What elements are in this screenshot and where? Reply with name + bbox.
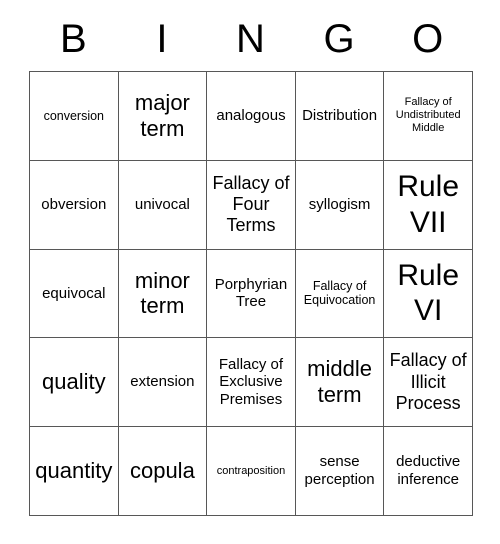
bingo-header-letter-o: O [412,16,444,61]
bingo-cell-o2[interactable]: Rule VII [383,159,473,250]
bingo-row-1: conversion major term analogous Distribu… [29,71,473,161]
bingo-grid: conversion major term analogous Distribu… [29,71,473,516]
bingo-row-3: equivocal minor term Porphyrian Tree Fal… [29,248,473,339]
bingo-row-2: obversion univocal Fallacy of Four Terms… [29,159,473,250]
bingo-cell-i4[interactable]: extension [117,337,208,428]
bingo-cell-b5[interactable]: quantity [29,426,119,516]
bingo-header-letter-b: B [59,16,87,61]
bingo-cell-g4[interactable]: middle term [294,337,385,428]
bingo-cell-b2[interactable]: obversion [29,159,119,250]
bingo-cell-o3[interactable]: Rule VI [383,248,473,339]
bingo-cell-g2[interactable]: syllogism [294,159,385,250]
bingo-row-4: quality extension Fallacy of Exclusive P… [29,337,473,428]
bingo-header-letter-i: I [156,16,168,61]
bingo-cell-o5[interactable]: deductive inference [383,426,473,516]
bingo-cell-i5[interactable]: copula [117,426,208,516]
bingo-cell-g1[interactable]: Distribution [294,71,385,161]
bingo-cell-o4[interactable]: Fallacy of Illicit Process [383,337,473,428]
bingo-cell-g5[interactable]: sense perception [294,426,385,516]
bingo-cell-i2[interactable]: univocal [117,159,208,250]
bingo-row-5: quantity copula contraposition sense per… [29,426,473,516]
bingo-cell-b1[interactable]: conversion [29,71,119,161]
bingo-header-letter-n: N [236,16,265,61]
bingo-cell-n1[interactable]: analogous [206,71,296,161]
bingo-cell-g3[interactable]: Fallacy of Equivocation [294,248,385,339]
bingo-header-row: B I N G O [29,0,472,71]
bingo-cell-b4[interactable]: quality [29,337,119,428]
bingo-cell-b3[interactable]: equivocal [29,248,119,339]
bingo-card: B I N G O conversion major term analogou… [29,0,473,516]
bingo-cell-n2[interactable]: Fallacy of Four Terms [206,159,296,250]
bingo-cell-n4[interactable]: Fallacy of Exclusive Premises [206,337,296,428]
bingo-cell-i3[interactable]: minor term [117,248,208,339]
bingo-cell-n3[interactable]: Porphyrian Tree [206,248,296,339]
bingo-cell-i1[interactable]: major term [117,71,208,161]
bingo-header-letter-g: G [323,16,355,61]
bingo-cell-n5[interactable]: contraposition [206,426,296,516]
bingo-cell-o1[interactable]: Fallacy of Undistributed Middle [383,71,473,161]
